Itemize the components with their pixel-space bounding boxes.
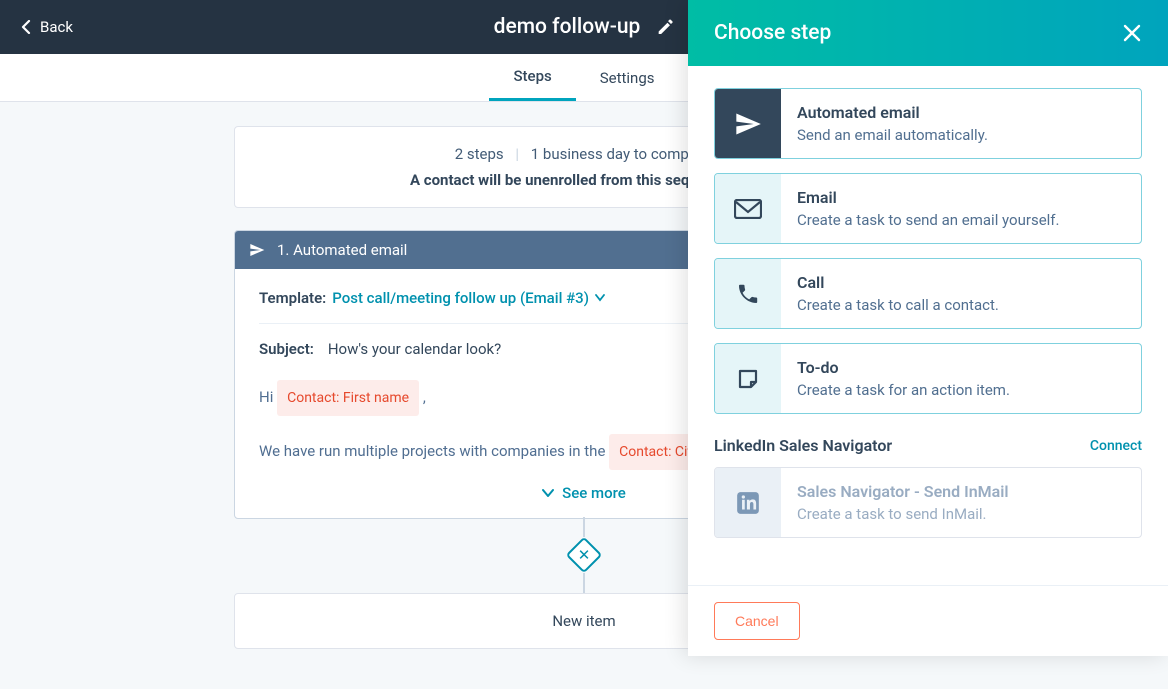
option-desc: Create a task to call a contact. [797,296,999,314]
envelope-icon [734,199,762,219]
summary-steps: 2 steps [455,145,504,163]
subject-label: Subject: [259,340,314,358]
panel-title: Choose step [714,21,831,45]
chevron-left-icon [20,20,32,34]
option-desc: Create a task for an action item. [797,381,1010,399]
option-title: Email [797,188,1059,207]
template-selector[interactable]: Post call/meeting follow up (Email #3) [332,289,605,307]
page-title: demo follow-up [494,15,641,39]
option-title: Call [797,273,999,292]
connector-remove-button[interactable]: ✕ [566,537,602,573]
linkedin-connect-link[interactable]: Connect [1090,438,1142,454]
option-call[interactable]: Call Create a task to call a contact. [714,258,1142,329]
body-comma: , [423,388,426,406]
body-line2-pre: We have run multiple projects with compa… [259,442,605,460]
linkedin-section-row: LinkedIn Sales Navigator Connect [714,436,1142,455]
template-name: Post call/meeting follow up (Email #3) [332,289,589,307]
summary-separator: | [515,145,519,163]
subject-value: How's your calendar look? [328,340,501,358]
option-title: To-do [797,358,1010,377]
option-email[interactable]: Email Create a task to send an email you… [714,173,1142,244]
option-linkedin-inmail: Sales Navigator - Send InMail Create a t… [714,467,1142,538]
body-hi: Hi [259,388,273,406]
cancel-button[interactable]: Cancel [714,602,800,640]
step-connector: ✕ [566,517,602,593]
choose-step-panel: Choose step Automated email Send an emai… [688,0,1168,656]
pencil-icon[interactable] [656,18,674,36]
template-label: Template: [259,289,326,307]
option-todo[interactable]: To-do Create a task for an action item. [714,343,1142,414]
step-header-title: 1. Automated email [277,241,407,259]
token-first-name: Contact: First name [277,380,419,416]
paper-plane-icon [734,110,762,138]
panel-footer: Cancel [688,585,1168,656]
note-icon [736,367,760,391]
connector-line-top [583,517,585,537]
page-title-wrap: demo follow-up [494,15,675,39]
see-more-label: See more [562,484,626,502]
close-icon: ✕ [578,546,591,564]
option-desc: Create a task to send an email yourself. [797,211,1059,229]
tab-settings-label: Settings [600,69,655,87]
tab-steps[interactable]: Steps [489,54,575,101]
option-desc: Create a task to send InMail. [797,505,1009,523]
back-button[interactable]: Back [20,18,73,36]
paper-plane-icon [249,242,265,258]
connector-line-bottom [583,573,585,593]
option-automated-email[interactable]: Automated email Send an email automatica… [714,88,1142,159]
option-title: Sales Navigator - Send InMail [797,482,1009,501]
phone-icon [736,282,760,306]
tab-settings[interactable]: Settings [576,54,679,101]
close-icon[interactable] [1122,23,1142,43]
option-desc: Send an email automatically. [797,126,988,144]
linkedin-icon [735,490,761,516]
summary-duration: 1 business day to complete [531,145,713,163]
back-label: Back [40,18,73,36]
linkedin-section-label: LinkedIn Sales Navigator [714,436,892,455]
caret-down-icon [595,294,605,302]
option-title: Automated email [797,103,988,122]
tab-steps-label: Steps [513,67,551,85]
new-item-label: New item [552,612,615,630]
chevron-down-icon [542,488,554,498]
panel-header: Choose step [688,0,1168,66]
panel-body: Automated email Send an email automatica… [688,66,1168,585]
